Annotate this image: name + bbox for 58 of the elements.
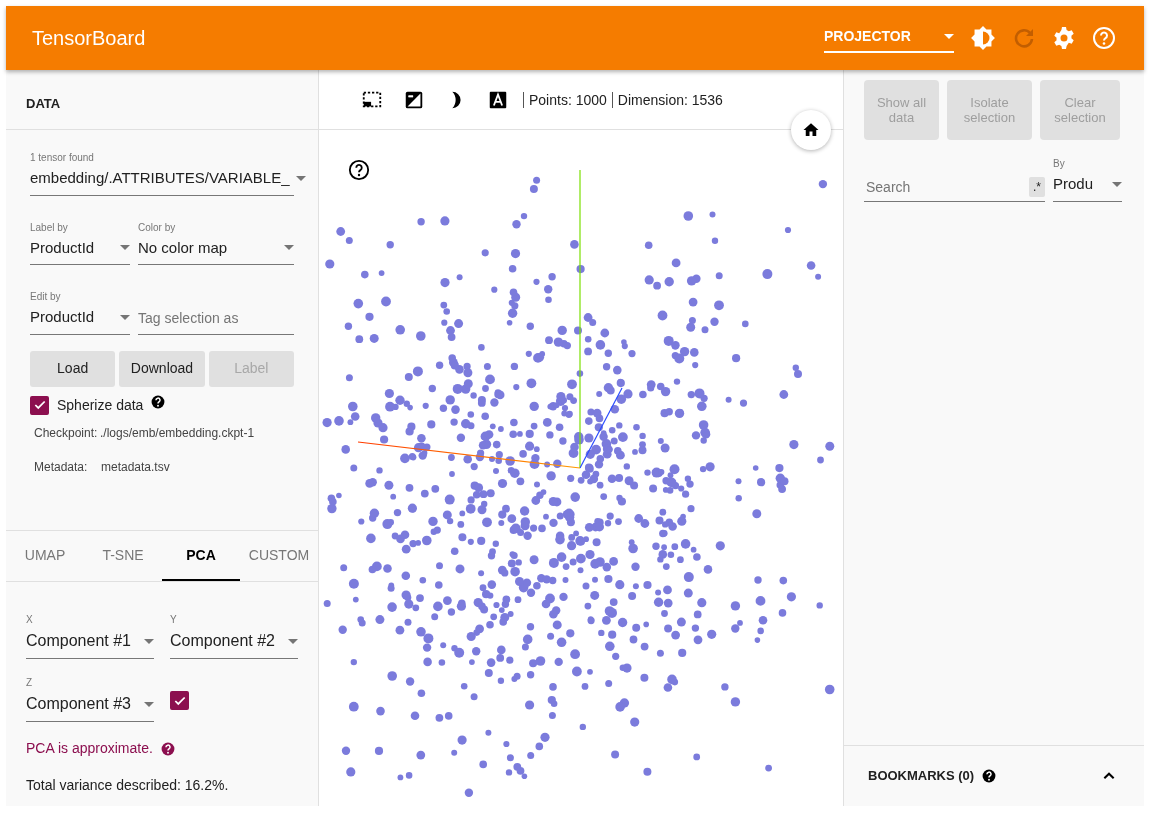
check-icon	[32, 398, 47, 412]
brightness-icon[interactable]	[970, 25, 996, 51]
info-label: Checkpoint:	[34, 424, 99, 442]
field-label: Color by	[138, 220, 177, 235]
component-select[interactable]: Component #3	[26, 690, 154, 722]
caret-icon	[288, 638, 298, 644]
points-count: Points: 1000	[523, 91, 612, 108]
field-label: Y	[170, 613, 178, 627]
help-icon	[982, 769, 997, 783]
component-select[interactable]: Component #2	[170, 627, 298, 659]
caret-icon	[144, 638, 154, 644]
app-title: TensorBoard	[32, 26, 146, 51]
caret-icon	[144, 701, 154, 707]
spherize-label: Spherize data	[57, 395, 144, 415]
caret-icon	[120, 245, 130, 251]
checkbox[interactable]	[170, 691, 189, 710]
field-label: X	[26, 613, 34, 627]
field-label: Label by	[30, 220, 69, 235]
search-by-select[interactable]: Produ	[1053, 171, 1122, 202]
panel-heading: DATA	[6, 70, 318, 130]
field-label: Z	[26, 676, 34, 690]
panel-button[interactable]: Download	[119, 350, 205, 387]
tensor-select[interactable]: embedding/.ATTRIBUTES/VARIABLE_	[30, 165, 294, 196]
settings-icon[interactable]	[1052, 26, 1076, 50]
caret-icon	[120, 314, 130, 320]
info-value: metadata.tsv	[101, 458, 170, 476]
panel-button[interactable]: Load	[30, 350, 116, 387]
field-label: By	[1053, 157, 1066, 171]
label-by-select[interactable]: ProductId	[30, 234, 130, 265]
projection-tab[interactable]: T-SNE	[84, 531, 162, 581]
caret-icon	[284, 245, 294, 251]
home-button[interactable]	[791, 110, 831, 150]
edit-by-select[interactable]: ProductId	[30, 304, 130, 335]
dimension-count: Dimension: 1536	[611, 91, 728, 108]
component-select[interactable]: Component #1	[26, 627, 154, 659]
point-cloud-drawing[interactable]	[322, 176, 835, 797]
info-value: ./logs/emb/embedding.ckpt-1	[100, 424, 255, 442]
projection-tab[interactable]: PCA	[162, 531, 240, 581]
variance-text: Total variance described: 16.2%.	[26, 776, 230, 795]
caret-icon	[295, 175, 306, 181]
help-icon	[160, 741, 175, 756]
warning-text: PCA is approximate.	[26, 739, 153, 758]
home-icon	[802, 121, 820, 139]
help-icon[interactable]	[348, 159, 370, 181]
projection-tab[interactable]: CUSTOM	[240, 531, 318, 581]
caret-icon	[1112, 181, 1122, 187]
field-label: 1 tensor found	[30, 151, 95, 165]
bookmarks-heading: BOOKMARKS (0)	[868, 767, 975, 786]
regex-toggle[interactable]: .*	[1029, 177, 1045, 197]
help-icon	[151, 395, 166, 409]
field-label: Edit by	[30, 290, 62, 304]
caret-icon	[944, 33, 954, 39]
info-label: Metadata:	[34, 458, 89, 476]
tag-input-field[interactable]: Tag selection as	[138, 304, 294, 335]
projection-tab[interactable]: UMAP	[6, 531, 84, 581]
color-by-select[interactable]: No color map	[138, 234, 294, 265]
checkbox[interactable]	[30, 395, 49, 415]
search-field[interactable]: Search .*	[864, 175, 1045, 202]
